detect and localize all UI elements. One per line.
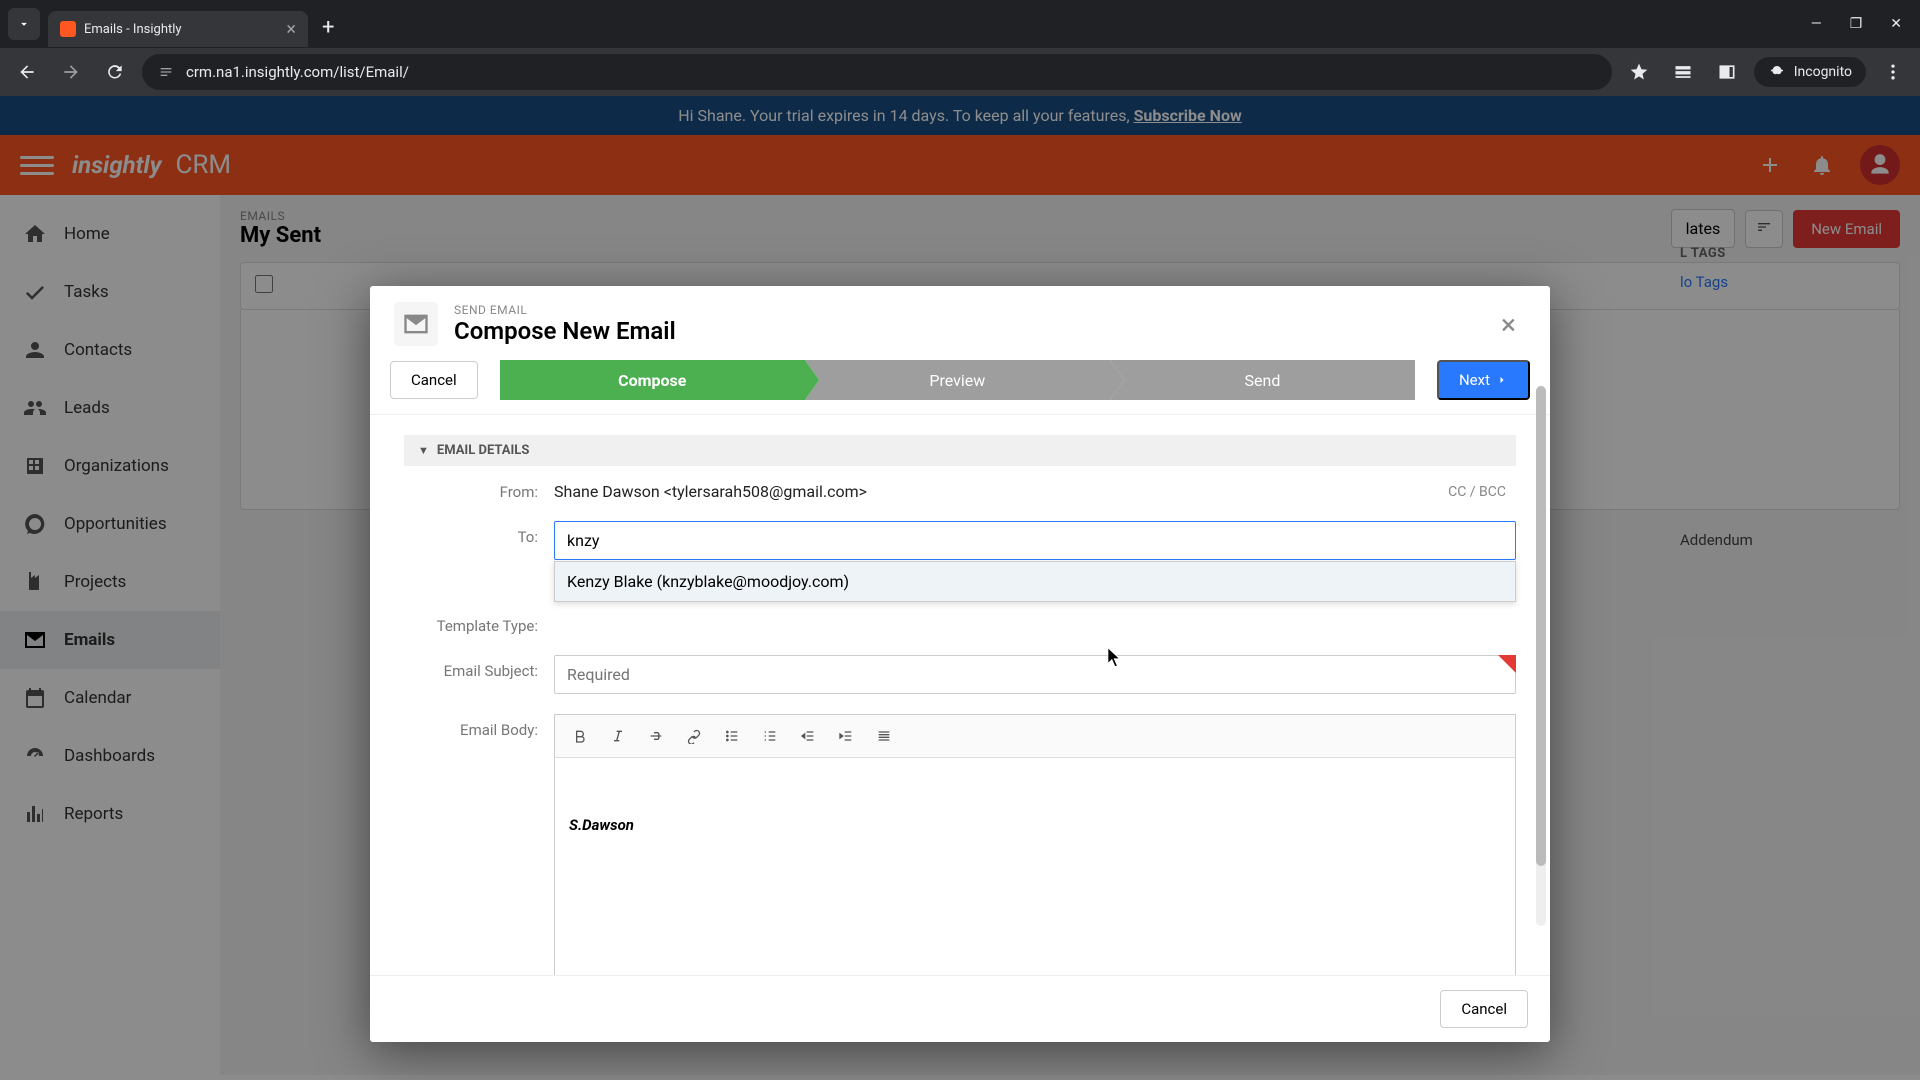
modal-title: Compose New Email	[454, 317, 676, 345]
step-preview[interactable]: Preview	[805, 360, 1110, 400]
modal-close-icon[interactable]: ×	[1491, 304, 1526, 345]
template-type-label: Template Type:	[404, 610, 554, 635]
to-input[interactable]	[554, 521, 1516, 560]
chevron-right-icon	[1496, 374, 1508, 386]
cancel-button[interactable]: Cancel	[390, 361, 478, 399]
panel-icon[interactable]	[1710, 55, 1744, 89]
browser-menu-icon[interactable]	[1876, 55, 1910, 89]
back-button[interactable]	[10, 55, 44, 89]
modal-scrollbar[interactable]	[1536, 386, 1546, 926]
window-controls: — ❐ ✕	[1811, 16, 1912, 32]
bullet-list-button[interactable]	[715, 721, 749, 751]
site-info-icon[interactable]	[156, 62, 176, 82]
incognito-label: Incognito	[1794, 64, 1852, 80]
minimize-icon[interactable]: —	[1811, 16, 1822, 32]
numbered-list-button[interactable]	[753, 721, 787, 751]
step-compose[interactable]: Compose	[500, 360, 805, 400]
tab-title: Emails - Insightly	[84, 22, 182, 37]
close-window-icon[interactable]: ✕	[1890, 16, 1902, 32]
italic-button[interactable]	[601, 721, 635, 751]
editor-toolbar	[554, 714, 1516, 758]
url-text: crm.na1.insightly.com/list/Email/	[186, 63, 409, 81]
reload-button[interactable]	[98, 55, 132, 89]
tab-close-icon[interactable]: ×	[274, 19, 296, 40]
autocomplete-dropdown: Kenzy Blake (knzyblake@moodjoy.com)	[554, 561, 1516, 602]
subject-input[interactable]	[554, 655, 1516, 694]
browser-toolbar: crm.na1.insightly.com/list/Email/ Incogn…	[0, 48, 1920, 96]
tab-search-button[interactable]	[8, 8, 40, 40]
next-button[interactable]: Next	[1437, 360, 1530, 400]
compose-email-modal: SEND EMAIL Compose New Email × Cancel Co…	[370, 286, 1550, 1042]
bold-button[interactable]	[563, 721, 597, 751]
step-send[interactable]: Send	[1110, 360, 1415, 400]
autocomplete-option[interactable]: Kenzy Blake (knzyblake@moodjoy.com)	[555, 562, 1515, 601]
signature-text: S.Dawson	[569, 816, 1501, 834]
subject-label: Email Subject:	[404, 655, 554, 680]
indent-button[interactable]	[829, 721, 863, 751]
strikethrough-button[interactable]	[639, 721, 673, 751]
chevron-down-icon: ▼	[418, 444, 429, 457]
cc-bcc-toggle[interactable]: CC / BCC	[1448, 484, 1506, 500]
section-email-details[interactable]: ▼ EMAIL DETAILS	[404, 435, 1516, 466]
align-button[interactable]	[867, 721, 901, 751]
wizard-steps: Compose Preview Send	[500, 360, 1415, 400]
from-value: Shane Dawson <tylersarah508@gmail.com>	[554, 476, 1516, 501]
modal-eyebrow: SEND EMAIL	[454, 303, 676, 317]
maximize-icon[interactable]: ❐	[1850, 16, 1863, 32]
mail-icon	[394, 302, 438, 346]
browser-tab[interactable]: Emails - Insightly ×	[48, 11, 308, 47]
to-label: To:	[404, 521, 554, 546]
extensions-icon[interactable]	[1666, 55, 1700, 89]
incognito-badge[interactable]: Incognito	[1754, 57, 1866, 87]
outdent-button[interactable]	[791, 721, 825, 751]
body-label: Email Body:	[404, 714, 554, 739]
section-label: EMAIL DETAILS	[437, 443, 529, 458]
next-button-label: Next	[1459, 371, 1490, 389]
footer-cancel-button[interactable]: Cancel	[1440, 990, 1528, 1028]
email-body-editor[interactable]: S.Dawson	[554, 758, 1516, 975]
tab-favicon	[60, 21, 76, 37]
forward-button	[54, 55, 88, 89]
address-bar[interactable]: crm.na1.insightly.com/list/Email/	[142, 54, 1612, 90]
from-label: From:	[404, 476, 554, 501]
browser-tab-strip: Emails - Insightly × + — ❐ ✕	[0, 0, 1920, 48]
bookmark-icon[interactable]	[1622, 55, 1656, 89]
required-indicator	[1498, 655, 1516, 673]
link-button[interactable]	[677, 721, 711, 751]
new-tab-button[interactable]: +	[322, 15, 334, 40]
